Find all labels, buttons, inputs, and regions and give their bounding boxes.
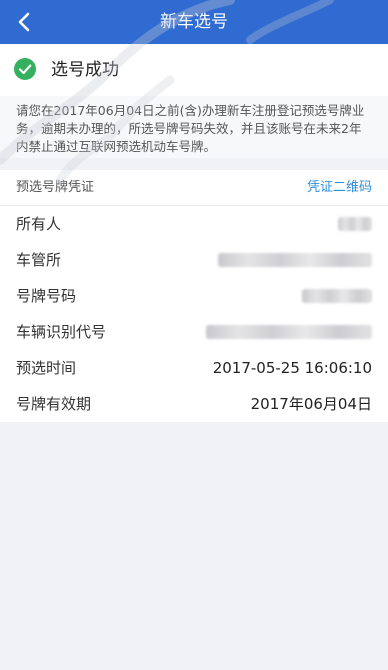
row-label: 车管所: [16, 251, 62, 269]
voucher-header: 预选号牌凭证 凭证二维码: [0, 170, 388, 206]
row-label: 所有人: [16, 215, 62, 233]
redacted-value: [218, 253, 372, 267]
row-validity: 号牌有效期 2017年06月04日: [0, 386, 388, 422]
row-label: 号牌号码: [16, 287, 77, 305]
page-title: 新车选号: [160, 12, 228, 32]
notice-text: 请您在2017年06月04日之前(含)办理新车注册登记预选号牌业务，逾期未办理的…: [0, 96, 388, 158]
redacted-value: [338, 217, 372, 231]
success-check-icon: [14, 58, 36, 80]
row-label: 号牌有效期: [16, 395, 92, 413]
voucher-title: 预选号牌凭证: [16, 180, 95, 195]
row-value: 2017年06月04日: [250, 395, 372, 413]
row-owner: 所有人: [0, 206, 388, 242]
status-row: 选号成功: [0, 44, 388, 96]
voucher-card: 预选号牌凭证 凭证二维码 所有人 车管所 号牌号码 车辆识别代号 预选时间 20…: [0, 170, 388, 422]
row-label: 车辆识别代号: [16, 323, 107, 341]
status-text: 选号成功: [51, 60, 119, 80]
redacted-value: [302, 289, 372, 303]
row-plate-number: 号牌号码: [0, 278, 388, 314]
row-label: 预选时间: [16, 359, 77, 377]
row-vehicle-office: 车管所: [0, 242, 388, 278]
row-value: 2017-05-25 16:06:10: [212, 359, 372, 377]
row-selection-time: 预选时间 2017-05-25 16:06:10: [0, 350, 388, 386]
redacted-value: [206, 325, 372, 339]
qr-code-link[interactable]: 凭证二维码: [307, 170, 372, 206]
row-vin: 车辆识别代号: [0, 314, 388, 350]
navigation-bar: 新车选号: [0, 0, 388, 44]
